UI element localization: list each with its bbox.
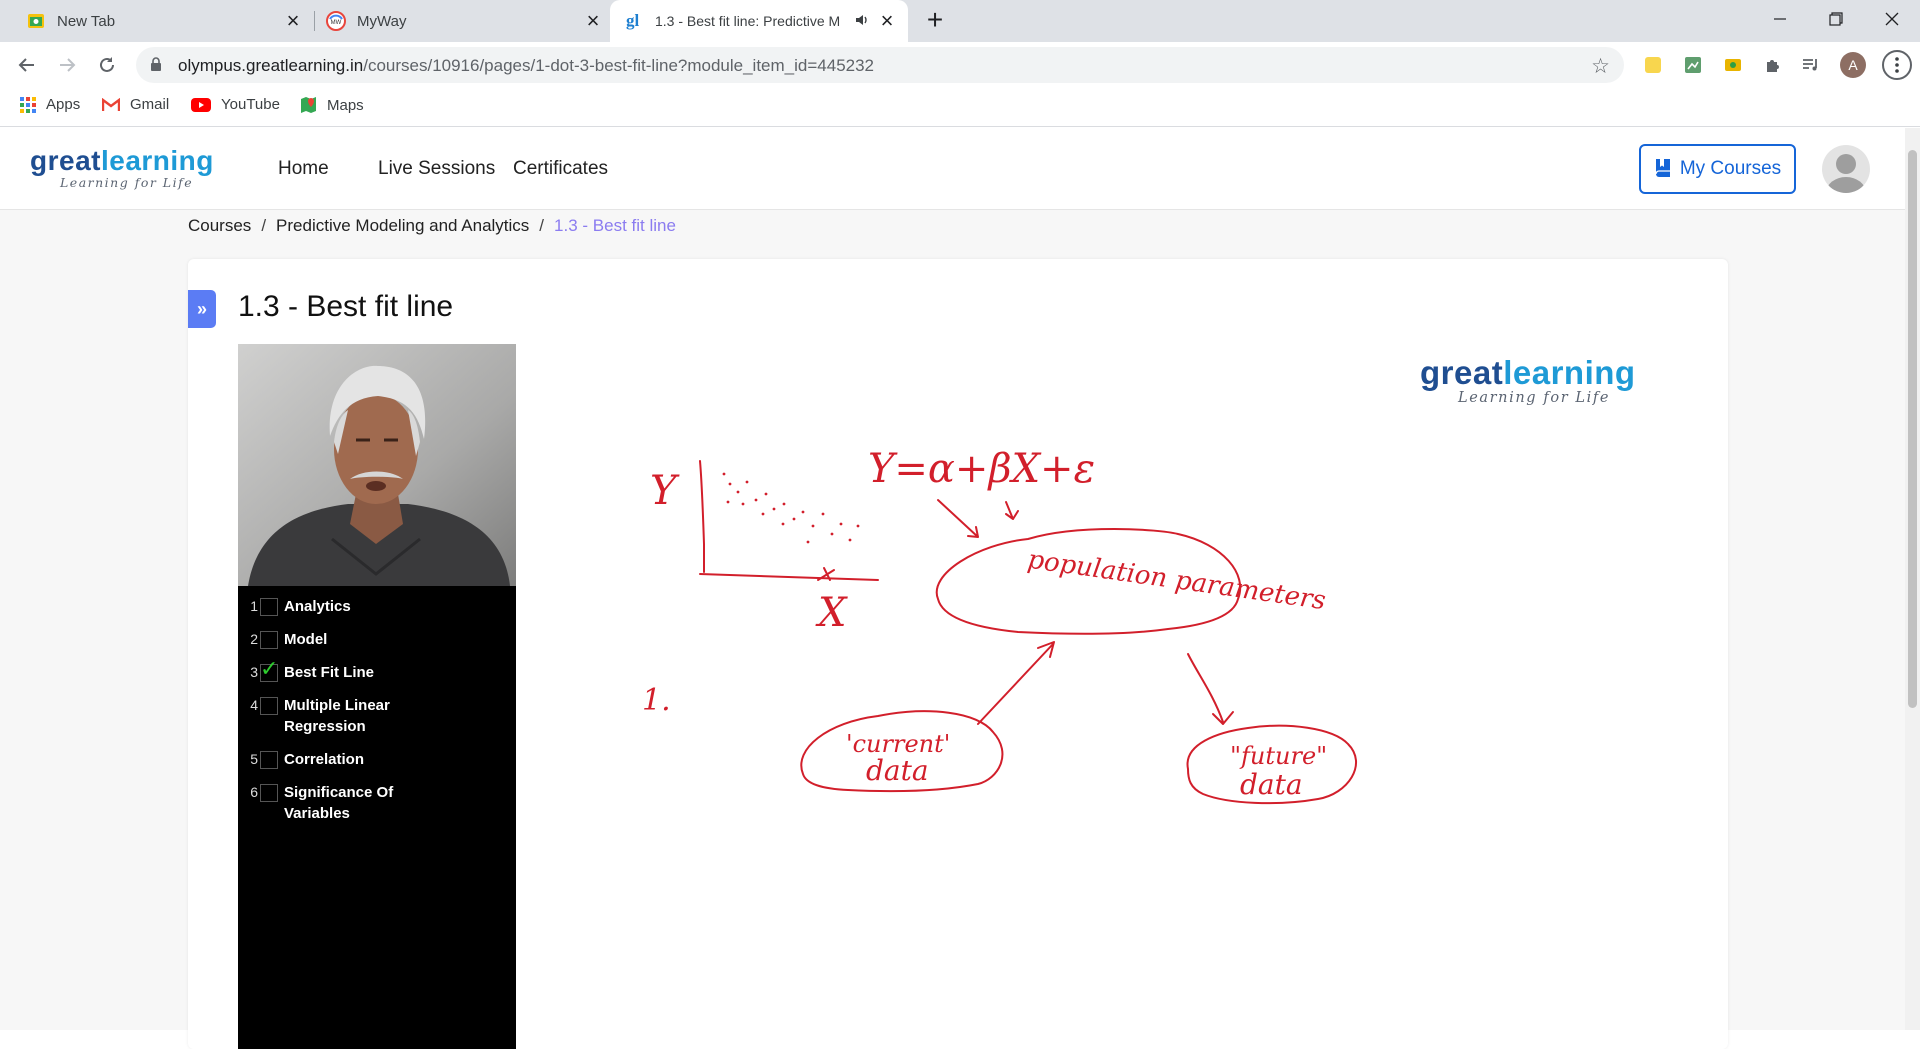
close-window-icon[interactable]	[1864, 0, 1920, 38]
right-cloud-text-2: data	[1240, 768, 1303, 801]
left-cloud-text-2: data	[866, 754, 929, 787]
scrollbar-thumb[interactable]	[1908, 150, 1917, 708]
url-text: olympus.greatlearning.in/courses/10916/p…	[178, 56, 875, 75]
margin-number: 1.	[642, 683, 671, 718]
address-bar[interactable]: olympus.greatlearning.in/courses/10916/p…	[136, 47, 1624, 83]
breadcrumb-courses[interactable]: Courses	[188, 216, 251, 235]
breadcrumb: Courses / Predictive Modeling and Analytic…	[188, 216, 676, 236]
right-cloud-text-1: "future"	[1230, 742, 1327, 770]
logo-brand-part: learning	[1503, 354, 1636, 391]
browser-menu-icon[interactable]	[1882, 50, 1912, 80]
bookmark-maps[interactable]: Maps	[299, 96, 364, 114]
tab-best-fit-line[interactable]: gl 1.3 - Best fit line: Predictive M ×	[610, 0, 908, 42]
breadcrumb-separator: /	[539, 216, 545, 235]
nav-live-sessions[interactable]: Live Sessions	[378, 158, 495, 180]
youtube-icon	[191, 97, 211, 112]
bookmark-youtube[interactable]: YouTube	[191, 96, 280, 113]
user-silhouette-icon	[1826, 154, 1866, 193]
logo-tagline: Learning for Life	[60, 175, 194, 190]
user-avatar[interactable]	[1822, 145, 1870, 193]
reload-icon[interactable]	[92, 50, 122, 80]
tab-title: MyWay	[357, 12, 407, 30]
apps-grid-icon	[20, 96, 36, 113]
site-header: greatlearning Learning for Life Home Liv…	[0, 128, 1905, 210]
browser-toolbar: olympus.greatlearning.in/courses/10916/p…	[0, 42, 1920, 87]
tab-title: 1.3 - Best fit line: Predictive M	[655, 13, 841, 29]
arrow-beta-stroke	[1005, 501, 1019, 520]
bookmark-star-icon[interactable]: ☆	[1591, 54, 1610, 79]
arrow-up-stroke	[977, 641, 1055, 725]
profile-avatar[interactable]: A	[1840, 52, 1866, 78]
nav-certificates[interactable]: Certificates	[513, 158, 608, 180]
media-queue-icon[interactable]	[1801, 55, 1821, 75]
forward-arrow-icon[interactable]	[52, 50, 82, 80]
logo-brand-part: great	[1420, 354, 1504, 391]
maps-pin-icon	[299, 96, 317, 114]
breadcrumb-separator: /	[261, 216, 267, 235]
speaker-icon[interactable]	[854, 12, 870, 32]
axis-y-label: Y	[650, 468, 680, 514]
extensions-puzzle-icon[interactable]	[1763, 55, 1783, 75]
tab-title: New Tab	[57, 12, 116, 30]
tab-new-tab[interactable]: New Tab ×	[14, 0, 314, 42]
gmail-icon	[102, 97, 120, 112]
sheets-extension-icon[interactable]	[1683, 55, 1703, 75]
content-card: » 1.3 - Best fit line 1 Analytics 2 Mode…	[188, 259, 1728, 1049]
close-tab-icon[interactable]: ×	[582, 10, 604, 32]
axis-x-label: X	[815, 590, 848, 636]
svg-text:MW: MW	[331, 20, 342, 26]
breadcrumb-current: 1.3 - Best fit line	[554, 216, 676, 235]
minimize-icon[interactable]	[1752, 0, 1808, 38]
equation-label: Y=α+βX+ε	[868, 446, 1095, 492]
bookmark-label: Maps	[327, 96, 364, 114]
bookmark-label: Apps	[46, 96, 81, 113]
greatlearning-logo[interactable]: greatlearning Learning for Life	[30, 146, 214, 190]
tab-strip: New Tab × MW MyWay × gl 1.3 - Best fit l…	[0, 0, 1920, 42]
tab-myway[interactable]: MW MyWay ×	[314, 0, 614, 42]
center-cloud-text: population parameters	[1026, 545, 1328, 617]
video-player[interactable]: 1 Analytics 2 Model 3 ✓ Best Fit Line 4	[238, 344, 1656, 1049]
logo-tagline: Learning for Life	[1458, 390, 1611, 406]
close-tab-icon[interactable]: ×	[876, 10, 898, 32]
my-courses-button[interactable]: My Courses	[1639, 144, 1796, 194]
bookmark-label: YouTube	[221, 96, 280, 113]
myway-icon: MW	[326, 11, 346, 31]
whiteboard-drawing: Y X Y=α+βX+ε 1. population parameters 'c…	[642, 446, 1358, 805]
book-icon	[1654, 158, 1674, 180]
nav-home[interactable]: Home	[278, 158, 329, 180]
close-tab-icon[interactable]: ×	[282, 10, 304, 32]
sticky-note-extension-icon[interactable]	[1643, 55, 1663, 75]
breadcrumb-course[interactable]: Predictive Modeling and Analytics	[276, 216, 529, 235]
bookmark-gmail[interactable]: Gmail	[102, 96, 169, 113]
logo-brand-part: learning	[100, 145, 214, 176]
arrow-alpha-stroke	[937, 499, 979, 538]
scatter-dots	[722, 472, 860, 544]
greatlearning-favicon-icon: gl	[624, 11, 644, 31]
my-courses-label: My Courses	[1679, 158, 1782, 179]
new-tab-icon	[26, 11, 46, 31]
expand-sidebar-button[interactable]: »	[188, 290, 216, 328]
bookmark-apps[interactable]: Apps	[20, 96, 80, 113]
bookmark-label: Gmail	[130, 96, 170, 113]
svg-text:gl: gl	[626, 11, 640, 30]
logo-brand-part: great	[30, 145, 101, 176]
video-greatlearning-logo: greatlearning Learning for Life	[1420, 354, 1636, 407]
y-axis-stroke	[699, 460, 705, 573]
back-arrow-icon[interactable]	[12, 50, 42, 80]
x-axis-stroke	[699, 573, 879, 581]
page-content: greatlearning Learning for Life Home Liv…	[0, 128, 1920, 1049]
bookmarks-bar: Apps Gmail YouTube Maps	[0, 87, 1920, 127]
screenshot-extension-icon[interactable]	[1723, 55, 1743, 75]
arrow-down-stroke	[1187, 653, 1234, 725]
page-scrollbar[interactable]	[1905, 128, 1920, 1030]
restore-icon[interactable]	[1808, 0, 1864, 38]
lock-icon[interactable]	[150, 57, 162, 77]
new-tab-plus-icon[interactable]: +	[922, 6, 948, 34]
page-title: 1.3 - Best fit line	[238, 290, 454, 323]
